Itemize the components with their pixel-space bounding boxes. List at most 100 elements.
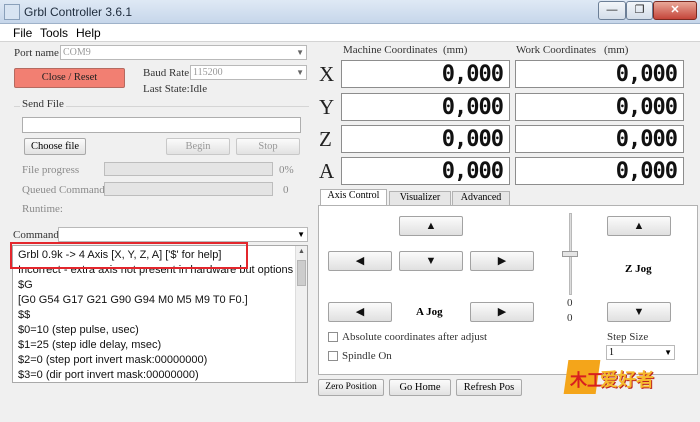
console-line: $3=0 (dir port invert mask:00000000) [18, 369, 199, 381]
work-x-value: 0,000 [615, 62, 678, 87]
chevron-down-icon: ▼ [664, 348, 672, 357]
zero-position-button[interactable]: Zero Position [318, 379, 384, 396]
tab-advanced[interactable]: Advanced [452, 191, 510, 205]
menu-bar: File Tools Help [0, 24, 700, 42]
a-jog-label: A Jog [416, 306, 443, 318]
menu-tools[interactable]: Tools [40, 26, 68, 40]
runtime-label: Runtime: [22, 203, 63, 215]
machine-a-display: 0,000 [341, 157, 510, 185]
queued-commands-value: 0 [283, 184, 289, 196]
menu-help[interactable]: Help [76, 26, 101, 40]
work-coordinates-label: Work Coordinates [516, 44, 597, 56]
jog-y-minus-button[interactable]: ▼ [399, 251, 463, 271]
file-progress-label: File progress [22, 164, 80, 176]
close-window-button[interactable]: ✕ [653, 1, 697, 20]
machine-z-display: 0,000 [341, 125, 510, 153]
machine-y-value: 0,000 [441, 95, 504, 120]
work-a-value: 0,000 [615, 159, 678, 184]
absolute-coords-checkbox[interactable] [328, 332, 338, 342]
jog-z-plus-button[interactable]: ▲ [607, 216, 671, 236]
chevron-down-icon: ▼ [297, 230, 305, 239]
jog-x-plus-button[interactable]: ▶ [470, 251, 534, 271]
work-z-value: 0,000 [615, 127, 678, 152]
step-size-label: Step Size [607, 331, 649, 343]
app-icon [4, 4, 20, 20]
console-line: $1=25 (step idle delay, msec) [18, 339, 162, 351]
console-line: $0=10 (step pulse, usec) [18, 324, 139, 336]
file-progress-bar [104, 162, 273, 176]
tab-axis-control[interactable]: Axis Control [320, 189, 387, 205]
file-progress-percent: 0% [279, 164, 294, 176]
machine-unit-label: (mm) [443, 44, 468, 56]
port-name-select[interactable]: COM9 ▼ [60, 45, 307, 60]
axis-z-label: Z [319, 127, 332, 151]
console-line: $2=0 (step port invert mask:00000000) [18, 354, 208, 366]
work-unit-label: (mm) [604, 44, 629, 56]
command-label: Command [13, 229, 59, 241]
machine-coordinates-label: Machine Coordinates [343, 44, 438, 56]
jog-z-minus-button[interactable]: ▼ [607, 302, 671, 322]
title-bar: Grbl Controller 3.6.1 — ❐ ✕ [0, 0, 700, 24]
stop-button[interactable]: Stop [236, 138, 300, 155]
console-scrollbar[interactable]: ▲ [295, 246, 307, 382]
chevron-down-icon: ▼ [296, 48, 304, 57]
machine-x-value: 0,000 [441, 62, 504, 87]
axis-x-label: X [319, 62, 335, 86]
jog-a-plus-button[interactable]: ▶ [470, 302, 534, 322]
queued-commands-label: Queued Commands [22, 184, 110, 196]
refresh-pos-button[interactable]: Refresh Pos [456, 379, 522, 396]
work-y-display: 0,000 [515, 93, 684, 121]
axis-a-label: A [319, 159, 335, 183]
port-name-value: COM9 [63, 47, 91, 58]
z-jog-label: Z Jog [625, 263, 652, 275]
spindle-on-checkbox[interactable] [328, 351, 338, 361]
step-size-value: 1 [609, 347, 614, 358]
chevron-down-icon: ▼ [296, 68, 304, 77]
axis-y-label: Y [319, 95, 335, 119]
baud-rate-select[interactable]: 115200 ▼ [190, 65, 307, 80]
work-z-display: 0,000 [515, 125, 684, 153]
machine-y-display: 0,000 [341, 93, 510, 121]
absolute-coords-label: Absolute coordinates after adjust [342, 331, 488, 343]
step-slider-thumb[interactable] [562, 251, 578, 257]
console-line: $G [18, 279, 33, 291]
scroll-thumb[interactable] [297, 260, 306, 286]
spindle-on-label: Spindle On [342, 350, 392, 362]
window-title: Grbl Controller 3.6.1 [24, 5, 133, 19]
baud-rate-label: Baud Rate [143, 67, 190, 79]
machine-a-value: 0,000 [441, 159, 504, 184]
minimize-button[interactable]: — [598, 1, 626, 20]
choose-file-button[interactable]: Choose file [24, 138, 86, 155]
watermark-logo-text: 木工 [570, 371, 604, 391]
step-size-select[interactable]: 1 ▼ [606, 345, 675, 360]
work-a-display: 0,000 [515, 157, 684, 185]
highlight-annotation [10, 242, 248, 269]
slider-value-2: 0 [567, 312, 573, 324]
restore-button[interactable]: ❐ [626, 1, 653, 20]
jog-y-plus-button[interactable]: ▲ [399, 216, 463, 236]
go-home-button[interactable]: Go Home [389, 379, 451, 396]
port-name-label: Port name [14, 47, 59, 59]
send-file-label: Send File [20, 98, 66, 110]
queued-commands-bar [104, 182, 273, 196]
last-state-value: Idle [190, 83, 208, 95]
command-input[interactable]: ▼ [58, 227, 308, 242]
scroll-up-icon[interactable]: ▲ [297, 247, 306, 257]
jog-a-minus-button[interactable]: ◀ [328, 302, 392, 322]
machine-z-value: 0,000 [441, 127, 504, 152]
machine-x-display: 0,000 [341, 60, 510, 88]
console-line: [G0 G54 G17 G21 G90 G94 M0 M5 M9 T0 F0.] [18, 294, 248, 306]
file-path-input[interactable] [22, 117, 301, 133]
begin-button[interactable]: Begin [166, 138, 230, 155]
last-state-label: Last State: [143, 83, 190, 95]
jog-x-minus-button[interactable]: ◀ [328, 251, 392, 271]
console-line: $$ [18, 309, 31, 321]
tab-visualizer[interactable]: Visualizer [389, 191, 451, 205]
work-x-display: 0,000 [515, 60, 684, 88]
menu-file[interactable]: File [13, 26, 32, 40]
work-y-value: 0,000 [615, 95, 678, 120]
slider-value-1: 0 [567, 297, 573, 309]
close-reset-button[interactable]: Close / Reset [14, 68, 125, 88]
baud-rate-value: 115200 [193, 67, 223, 78]
watermark-text: 爱好者 [600, 370, 654, 391]
